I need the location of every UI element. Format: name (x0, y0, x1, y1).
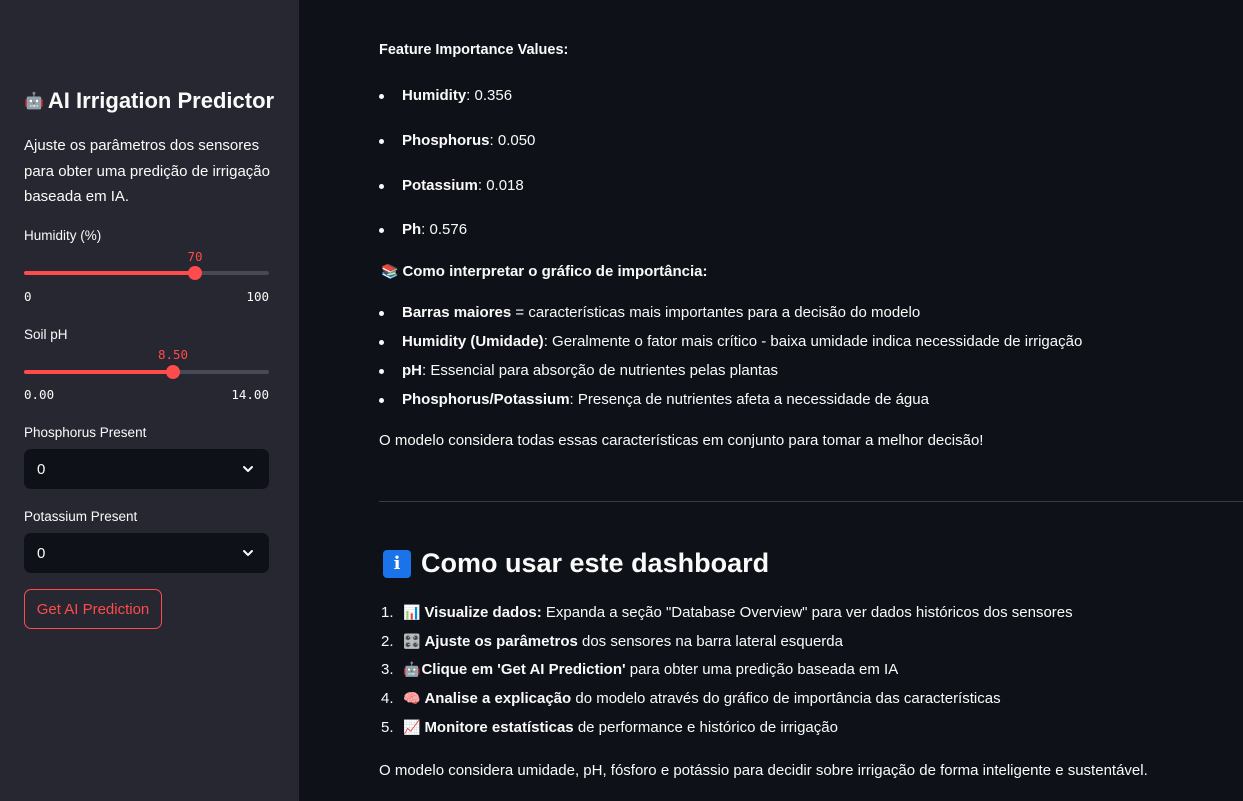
divider (379, 501, 1243, 502)
feature-name: Humidity (402, 87, 467, 104)
conclusion-text: O modelo considera todas essas caracterí… (379, 432, 984, 449)
bullet-icon (379, 398, 384, 403)
feature-value: : 0.050 (489, 132, 536, 149)
humidity-max: 100 (246, 289, 269, 304)
item-bold: Visualize dados: (424, 604, 542, 621)
feature-name: Potassium (402, 177, 478, 194)
ph-value: 8.50 (157, 347, 189, 362)
phosphorus-select[interactable]: 0 (24, 449, 269, 489)
item-bold: Analise a explicação (424, 690, 572, 707)
brain-icon: 🧠 (403, 690, 421, 706)
howto-title: Como usar este dashboard (421, 548, 770, 578)
item-bold: Barras maiores (402, 304, 512, 321)
item-text: dos sensores na barra lateral esquerda (577, 633, 843, 650)
item-number: 4. (381, 690, 394, 707)
item-text: = características mais importantes para … (511, 304, 921, 321)
sidebar: 🤖 AI Irrigation Predictor Ajuste os parâ… (0, 0, 299, 801)
get-ai-prediction-button[interactable]: Get AI Prediction (24, 589, 162, 629)
bar-chart-icon: 📊 (403, 604, 421, 620)
humidity-slider-thumb[interactable] (188, 266, 202, 280)
item-text: para obter uma predição baseada em IA (625, 661, 899, 678)
footer-text: O modelo considera umidade, pH, fósforo … (379, 762, 1148, 779)
item-bold: Clique em 'Get AI Prediction' (421, 661, 626, 678)
item-text: do modelo através do gráfico de importân… (571, 690, 1001, 707)
item-text: : Geralmente o fator mais crítico - baix… (543, 333, 1083, 350)
bullet-icon (379, 228, 384, 233)
humidity-label: Humidity (%) (24, 228, 102, 243)
humidity-value: 70 (187, 249, 203, 264)
feature-name: Phosphorus (402, 132, 490, 149)
robot-icon: 🤖 (403, 661, 421, 677)
control-knobs-icon: 🎛️ (403, 633, 421, 649)
robot-icon: 🤖 (24, 93, 44, 110)
item-bold: pH (402, 362, 422, 379)
item-number: 3. (381, 661, 394, 678)
item-bold: Phosphorus/Potassium (402, 391, 570, 408)
sidebar-title-text: AI Irrigation Predictor (47, 88, 275, 113)
info-icon: i (383, 549, 411, 578)
bullet-icon (379, 139, 384, 144)
bullet-icon (379, 94, 384, 99)
ph-label: Soil pH (24, 327, 68, 342)
potassium-select[interactable]: 0 (24, 533, 269, 573)
ph-max: 14.00 (231, 387, 269, 402)
interpretation-heading: 📚 Como interpretar o gráfico de importânc… (381, 263, 707, 280)
item-number: 2. (381, 633, 394, 650)
howto-heading: i Como usar este dashboard (383, 548, 769, 579)
sidebar-title: 🤖 AI Irrigation Predictor (24, 88, 274, 114)
chevron-down-icon (243, 466, 253, 472)
item-text: : Essencial para absorção de nutrientes … (422, 362, 779, 379)
bullet-icon (379, 184, 384, 189)
feature-name: Ph (402, 221, 422, 238)
ph-slider-fill (24, 370, 173, 374)
potassium-selected-value: 0 (37, 544, 46, 562)
feature-value: : 0.356 (466, 87, 513, 104)
ph-slider[interactable] (24, 365, 269, 379)
humidity-slider[interactable] (24, 266, 269, 280)
item-bold: Monitore estatísticas (424, 719, 574, 736)
item-text: : Presença de nutrientes afeta a necessi… (569, 391, 929, 408)
chevron-down-icon (243, 550, 253, 556)
feature-value: : 0.018 (477, 177, 524, 194)
interpretation-heading-text: Como interpretar o gráfico de importânci… (402, 263, 708, 280)
bullet-icon (379, 311, 384, 316)
chart-increasing-icon: 📈 (403, 719, 421, 735)
books-icon: 📚 (381, 263, 399, 279)
item-text: Expanda a seção "Database Overview" para… (541, 604, 1073, 621)
bullet-icon (379, 340, 384, 345)
humidity-slider-fill (24, 271, 195, 275)
item-bold: Humidity (Umidade) (402, 333, 544, 350)
item-number: 1. (381, 604, 394, 621)
item-text: de performance e histórico de irrigação (573, 719, 838, 736)
ph-slider-thumb[interactable] (166, 365, 180, 379)
item-bold: Ajuste os parâmetros (424, 633, 578, 650)
feature-value: : 0.576 (421, 221, 468, 238)
phosphorus-label: Phosphorus Present (24, 425, 147, 440)
ph-min: 0.00 (24, 387, 55, 402)
bullet-icon (379, 369, 384, 374)
item-number: 5. (381, 719, 394, 736)
sidebar-description: Ajuste os parâmetros dos sensores para o… (24, 137, 270, 205)
potassium-label: Potassium Present (24, 509, 138, 524)
humidity-min: 0 (24, 289, 32, 304)
phosphorus-selected-value: 0 (37, 460, 46, 478)
feature-importance-heading: Feature Importance Values: (379, 42, 569, 58)
